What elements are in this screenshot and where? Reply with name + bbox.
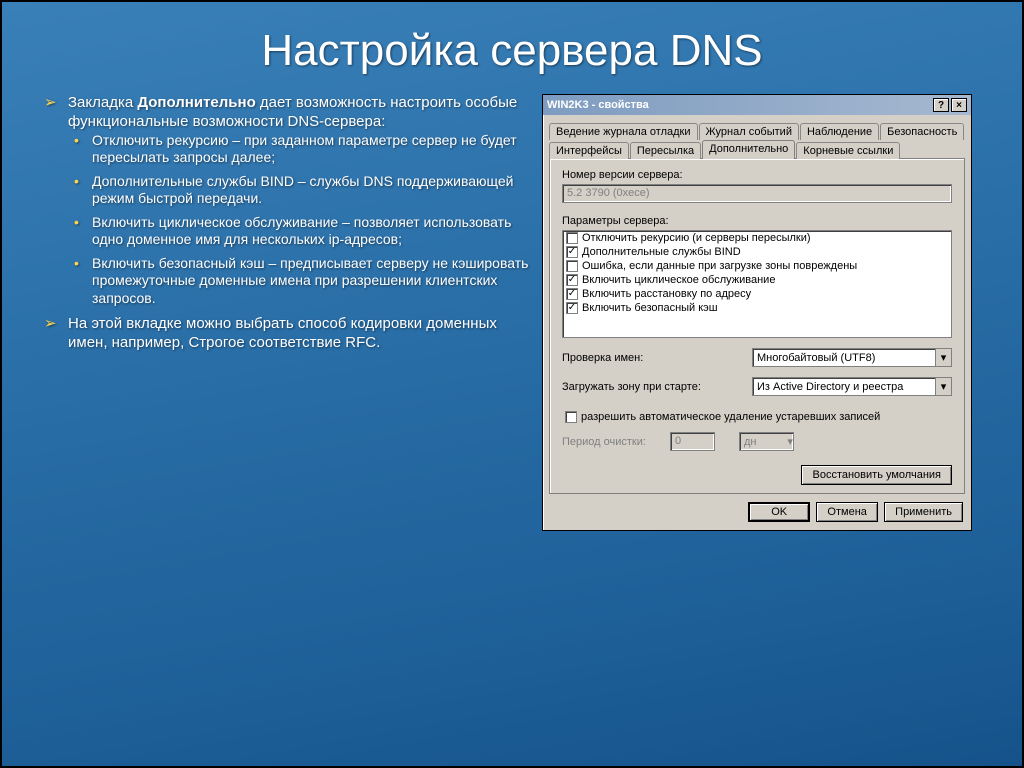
chevron-down-icon: ▾ [935, 349, 951, 366]
sub-bullet: Включить циклическое обслуживание – позв… [88, 214, 532, 249]
tab-security[interactable]: Безопасность [880, 123, 964, 140]
checkbox[interactable]: ✓ [566, 246, 578, 258]
checkbox[interactable]: ✓ [566, 288, 578, 300]
advanced-panel: Номер версии сервера: 5.2 3790 (0xece) П… [549, 158, 965, 494]
param-item[interactable]: ✓ Дополнительные службы BIND [563, 245, 951, 259]
load-zone-dropdown[interactable]: Из Active Directory и реестра ▾ [752, 377, 952, 396]
period-unit-dropdown: дн ▾ [739, 432, 794, 451]
tab-root-hints[interactable]: Корневые ссылки [796, 142, 900, 159]
server-params-list[interactable]: Отключить рекурсию (и серверы пересылки)… [562, 230, 952, 338]
name-check-label: Проверка имен: [562, 352, 643, 364]
period-value-field: 0 [670, 432, 715, 451]
tab-interfaces[interactable]: Интерфейсы [549, 142, 629, 159]
param-label: Ошибка, если данные при загрузке зоны по… [582, 260, 857, 272]
bullet-1: Закладка Дополнительно дает возможность … [62, 94, 532, 307]
load-zone-label: Загружать зону при старте: [562, 381, 701, 393]
chevron-down-icon: ▾ [935, 378, 951, 395]
version-label: Номер версии сервера: [562, 169, 952, 181]
auto-delete-checkbox[interactable] [565, 411, 577, 423]
chevron-down-icon: ▾ [787, 435, 793, 448]
restore-defaults-button[interactable]: Восстановить умолчания [801, 465, 952, 485]
param-item[interactable]: ✓ Включить безопасный кэш [563, 301, 951, 315]
sub-bullet: Отключить рекурсию – при заданном параме… [88, 132, 532, 167]
param-item[interactable]: Ошибка, если данные при загрузке зоны по… [563, 259, 951, 273]
help-button[interactable]: ? [933, 98, 949, 112]
checkbox[interactable] [566, 260, 578, 272]
auto-delete-label: разрешить автоматическое удаление устаре… [581, 411, 880, 423]
param-item[interactable]: ✓ Включить циклическое обслуживание [563, 273, 951, 287]
checkbox[interactable] [566, 232, 578, 244]
name-check-dropdown[interactable]: Многобайтовый (UTF8) ▾ [752, 348, 952, 367]
slide-title: Настройка сервера DNS [2, 26, 1022, 76]
param-item[interactable]: Отключить рекурсию (и серверы пересылки) [563, 231, 951, 245]
cancel-button[interactable]: Отмена [816, 502, 878, 522]
tab-advanced[interactable]: Дополнительно [702, 140, 795, 159]
version-field: 5.2 3790 (0xece) [562, 184, 952, 203]
param-label: Отключить рекурсию (и серверы пересылки) [582, 232, 811, 244]
apply-button[interactable]: Применить [884, 502, 963, 522]
window-title: WIN2K3 - свойства [547, 99, 649, 111]
param-item[interactable]: ✓ Включить расстановку по адресу [563, 287, 951, 301]
tab-monitoring[interactable]: Наблюдение [800, 123, 879, 140]
bullet-2: На этой вкладке можно выбрать способ код… [62, 315, 532, 353]
close-button[interactable]: × [951, 98, 967, 112]
period-label: Период очистки: [562, 436, 646, 448]
dialog-footer: OK Отмена Применить [543, 494, 971, 530]
sub-bullet: Включить безопасный кэш – предписывает с… [88, 255, 532, 308]
param-label: Включить безопасный кэш [582, 302, 718, 314]
ok-button[interactable]: OK [748, 502, 810, 522]
checkbox[interactable]: ✓ [566, 302, 578, 314]
params-label: Параметры сервера: [562, 215, 952, 227]
param-label: Включить расстановку по адресу [582, 288, 751, 300]
titlebar[interactable]: WIN2K3 - свойства ? × [543, 95, 971, 115]
tab-forwarding[interactable]: Пересылка [630, 142, 701, 159]
tab-event-log[interactable]: Журнал событий [699, 123, 799, 140]
checkbox[interactable]: ✓ [566, 274, 578, 286]
sub-bullet: Дополнительные службы BIND – службы DNS … [88, 173, 532, 208]
param-label: Дополнительные службы BIND [582, 246, 741, 258]
properties-dialog: WIN2K3 - свойства ? × Ведение журнала от… [542, 94, 972, 531]
tab-debug-log[interactable]: Ведение журнала отладки [549, 123, 698, 140]
slide-body: Закладка Дополнительно дает возможность … [42, 94, 532, 531]
param-label: Включить циклическое обслуживание [582, 274, 775, 286]
